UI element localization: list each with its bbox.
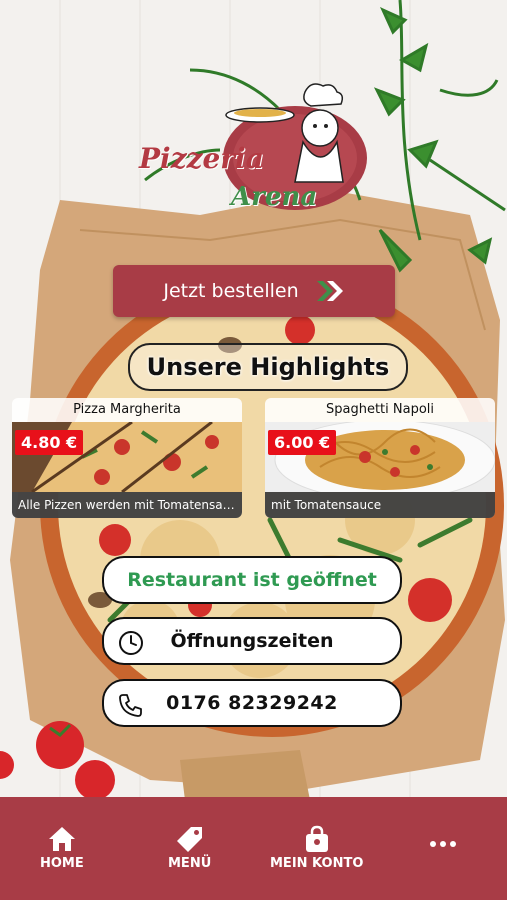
- tab-menu[interactable]: MENÜ: [168, 825, 211, 871]
- order-now-button[interactable]: Jetzt bestellen: [113, 265, 395, 317]
- phone-number: 0176 82329242: [166, 692, 338, 714]
- opening-hours-label: Öffnungszeiten: [170, 630, 334, 652]
- logo-text-pizzeria: Pizzeria: [139, 142, 264, 175]
- clock-icon: [118, 630, 144, 656]
- bottom-tab-bar: HOME MENÜ MEIN KONTO: [0, 797, 507, 900]
- highlight-card-spaghetti-napoli[interactable]: Spaghetti Napoli 6.00 € mit Tomatensauce: [265, 398, 495, 518]
- tab-my-account-label: MEIN KONTO: [270, 856, 364, 871]
- card-description: Alle Pizzen werden mit Tomatensauce, K..…: [12, 492, 242, 518]
- price-badge: 4.80 €: [15, 430, 84, 455]
- opening-hours-button[interactable]: Öffnungszeiten: [102, 617, 402, 665]
- tab-home[interactable]: HOME: [40, 825, 84, 871]
- highlight-card-pizza-margherita[interactable]: Pizza Margherita 4.80 € Alle Pizzen werd…: [12, 398, 242, 518]
- logo-text-arena: Arena: [231, 182, 318, 212]
- more-icon: [430, 841, 456, 847]
- double-chevron-right-icon: [315, 279, 345, 303]
- price-badge: 6.00 €: [268, 430, 337, 455]
- tag-icon: [176, 827, 202, 852]
- phone-icon: [118, 692, 144, 718]
- home-icon: [48, 827, 75, 851]
- card-title: Pizza Margherita: [73, 402, 181, 417]
- tab-my-account[interactable]: MEIN KONTO: [270, 825, 363, 871]
- restaurant-status-label: Restaurant ist geöffnet: [127, 569, 377, 591]
- card-title: Spaghetti Napoli: [325, 402, 435, 417]
- highlights-title: Unsere Highlights: [128, 343, 408, 391]
- phone-call-button[interactable]: 0176 82329242: [102, 679, 402, 727]
- tab-more[interactable]: [428, 839, 458, 852]
- order-now-label: Jetzt bestellen: [163, 280, 299, 302]
- restaurant-status-button[interactable]: Restaurant ist geöffnet: [102, 556, 402, 604]
- card-description: mit Tomatensauce: [265, 492, 495, 518]
- pizzeria-logo: Pizzeria Arena: [135, 80, 375, 230]
- tab-home-label: HOME: [40, 856, 84, 871]
- tab-menu-label: MENÜ: [168, 856, 212, 871]
- shopping-bag-icon: [305, 825, 328, 852]
